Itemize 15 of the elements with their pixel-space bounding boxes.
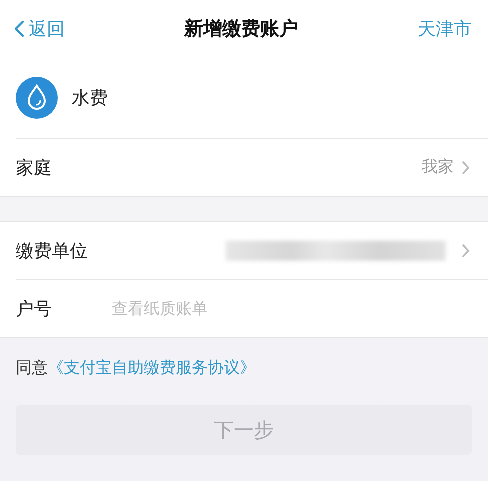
row-label: 缴费单位 bbox=[16, 240, 89, 262]
account-number-field[interactable]: 查看纸质账单 bbox=[110, 298, 470, 319]
chevron-right-icon bbox=[462, 244, 470, 258]
city-button[interactable]: 天津市 bbox=[418, 17, 472, 41]
back-chevron-icon bbox=[14, 20, 25, 38]
agreement-link[interactable]: 《支付宝自助缴费服务协议》 bbox=[48, 358, 256, 377]
row-label: 户号 bbox=[16, 298, 53, 320]
service-name: 水费 bbox=[72, 87, 108, 110]
agreement-text: 同意 bbox=[16, 358, 48, 377]
page-title: 新增缴费账户 bbox=[184, 17, 298, 42]
water-drop-icon bbox=[16, 77, 58, 119]
back-button[interactable]: 返回 bbox=[14, 17, 65, 41]
chevron-right-icon bbox=[462, 160, 470, 174]
row-label: 家庭 bbox=[16, 156, 53, 180]
row-value: 我家 bbox=[422, 157, 454, 178]
